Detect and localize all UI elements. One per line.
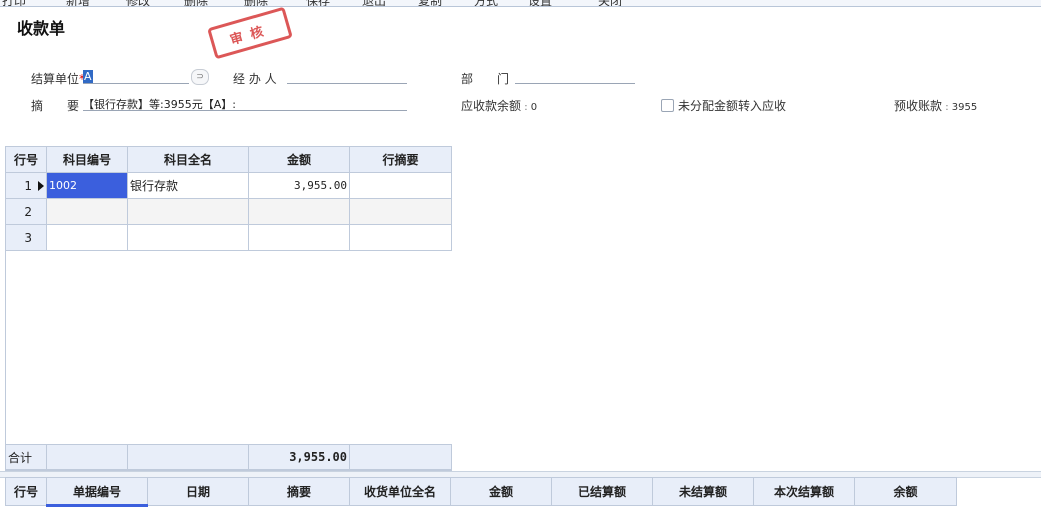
toolbar-save-button[interactable]: 保存: [306, 0, 330, 6]
toolbar: 打印 新增 修改 删除 删除 保存 退出 复制 方式 设置 关闭: [0, 0, 1041, 7]
toolbar-copy-button[interactable]: 复制: [418, 0, 442, 6]
unallocated-checkbox[interactable]: [661, 99, 674, 112]
total-label: 合计: [5, 444, 47, 470]
dept-label: 部 门: [461, 72, 510, 86]
col-row-no[interactable]: 行号: [5, 477, 47, 506]
receivable-balance-label: 应收款余额 : 0: [461, 99, 538, 113]
cell-row-memo[interactable]: [349, 198, 452, 225]
col-unsettled[interactable]: 未结算额: [652, 477, 754, 506]
toolbar-edit-button[interactable]: 修改: [126, 0, 150, 6]
cell-amount[interactable]: [248, 198, 350, 225]
col-doc-no[interactable]: 单据编号: [46, 477, 148, 507]
unallocated-label: 未分配金额转入应收: [678, 99, 787, 113]
summary-label: 摘 要: [31, 99, 80, 113]
current-row-icon: [38, 181, 44, 191]
total-amount: 3,955.00: [248, 444, 350, 470]
browse-icon[interactable]: ⊃: [191, 69, 209, 85]
total-empty-cell: [349, 444, 452, 470]
col-row-no[interactable]: 行号: [5, 146, 47, 173]
toolbar-delete-row-button[interactable]: 删除: [244, 0, 268, 6]
toolbar-mode-button[interactable]: 方式: [474, 0, 498, 6]
col-subject-code[interactable]: 科目编号: [46, 146, 128, 173]
col-amount[interactable]: 金额: [450, 477, 552, 506]
settle-unit-field[interactable]: A: [83, 69, 189, 84]
col-date[interactable]: 日期: [147, 477, 249, 506]
dept-field[interactable]: [515, 69, 635, 84]
toolbar-print-button[interactable]: 打印: [2, 0, 26, 6]
handler-field[interactable]: [287, 69, 407, 84]
audit-stamp: 审核: [207, 6, 293, 60]
cell-row-memo[interactable]: [349, 172, 452, 199]
cell-amount[interactable]: [248, 224, 350, 251]
cell-subject-name[interactable]: [127, 198, 249, 225]
cell-subject-name[interactable]: 银行存款: [127, 172, 249, 199]
col-amount[interactable]: 金额: [248, 146, 350, 173]
settlement-grid-header: 行号 单据编号 日期 摘要 收货单位全名 金额 已结算额 未结算额 本次结算额 …: [5, 477, 957, 507]
col-receiver-name[interactable]: 收货单位全名: [349, 477, 451, 506]
summary-field[interactable]: 【银行存款】等:3955元【A】:: [83, 96, 407, 111]
subject-grid-header: 行号 科目编号 科目全名 金额 行摘要: [5, 146, 452, 173]
prepaid-label: 预收账款 : 3955: [894, 99, 978, 113]
cell-subject-code[interactable]: 1002: [46, 172, 128, 199]
cell-row-memo[interactable]: [349, 224, 452, 251]
table-row[interactable]: 1 1002 银行存款 3,955.00: [5, 172, 452, 199]
col-subject-name[interactable]: 科目全名: [127, 146, 249, 173]
row-number: 3: [5, 224, 47, 251]
toolbar-close-button[interactable]: 关闭: [598, 0, 622, 6]
toolbar-exit-button[interactable]: 退出: [362, 0, 386, 6]
toolbar-new-button[interactable]: 新增: [66, 0, 90, 6]
total-empty-cell: [127, 444, 249, 470]
handler-label: 经 办 人: [233, 72, 277, 86]
cell-subject-name[interactable]: [127, 224, 249, 251]
cell-subject-code[interactable]: [46, 198, 128, 225]
prepaid-value: 3955: [951, 102, 978, 113]
col-this-settlement[interactable]: 本次结算额: [753, 477, 855, 506]
subject-grid-total: 合计 3,955.00: [5, 444, 452, 470]
total-empty-cell: [46, 444, 128, 470]
toolbar-delete-button[interactable]: 删除: [184, 0, 208, 6]
page-title: 收款单: [17, 19, 66, 38]
table-row[interactable]: 3: [5, 224, 452, 251]
col-balance[interactable]: 余额: [854, 477, 957, 506]
col-row-memo[interactable]: 行摘要: [349, 146, 452, 173]
summary-value: 【银行存款】等:3955元【A】:: [83, 98, 236, 111]
toolbar-settings-button[interactable]: 设置: [528, 0, 552, 6]
table-row[interactable]: 2: [5, 198, 452, 225]
settle-unit-label: 结算单位*: [31, 70, 85, 87]
settle-unit-value: A: [83, 70, 93, 83]
subject-grid: 行号 科目编号 科目全名 金额 行摘要 1 1002 银行存款 3,955.00…: [5, 146, 452, 251]
col-summary[interactable]: 摘要: [248, 477, 350, 506]
cell-subject-code[interactable]: [46, 224, 128, 251]
row-number: 2: [5, 198, 47, 225]
settlement-grid: 行号 单据编号 日期 摘要 收货单位全名 金额 已结算额 未结算额 本次结算额 …: [5, 477, 957, 507]
cell-amount[interactable]: 3,955.00: [248, 172, 350, 199]
col-settled[interactable]: 已结算额: [551, 477, 653, 506]
receivable-balance-value: 0: [530, 102, 538, 113]
row-number: 1: [5, 172, 47, 199]
